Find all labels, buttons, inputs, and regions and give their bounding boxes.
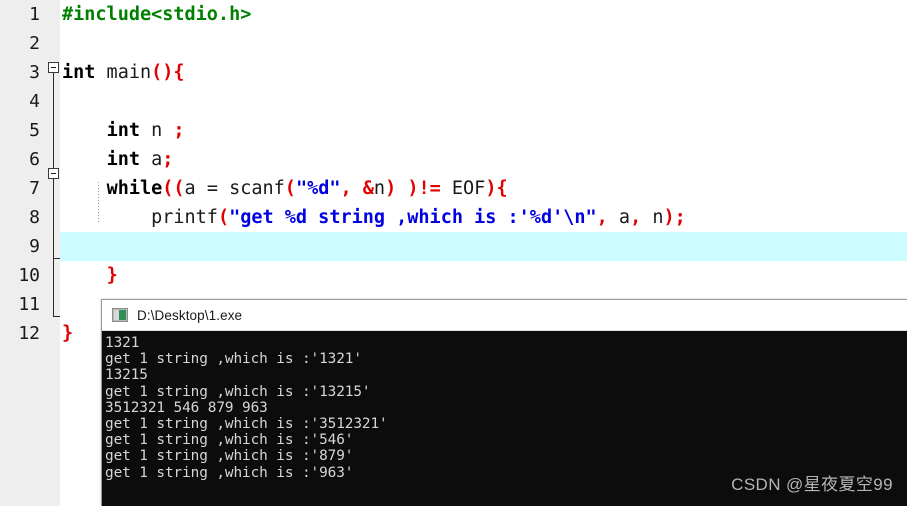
code-line-text: printf("get %d string ,which is :'%d'\n"…	[62, 203, 686, 232]
fold-marker-line-3[interactable]	[48, 62, 59, 73]
code-line[interactable]: 3 int main(){	[0, 58, 907, 87]
token-str: "%d"	[295, 178, 341, 199]
code-line-text: while((a = scanf("%d", &n) )!= EOF){	[62, 174, 508, 203]
token-punc: )!=	[407, 178, 441, 199]
token-punc: ){	[485, 178, 508, 199]
fold-bracket-line-7	[53, 179, 54, 258]
token-punc: ;	[162, 149, 174, 170]
token-punc: (	[284, 178, 296, 199]
console-title-bar[interactable]: D:\Desktop\1.exe	[102, 300, 907, 331]
line-number: 1	[29, 4, 40, 25]
console-output-line: 3512321 546 879 963	[105, 399, 268, 416]
code-line[interactable]: 4	[0, 87, 907, 116]
token-kw: while	[106, 178, 163, 199]
line-number: 2	[29, 33, 40, 54]
code-line-text: }	[62, 319, 73, 348]
fold-marker-line-7[interactable]	[48, 168, 59, 179]
line-number: 11	[18, 294, 40, 315]
token-plain: a = scanf	[184, 178, 285, 199]
line-number: 9	[29, 236, 40, 257]
screenshot-root: 1 #include<stdio.h> 2 3 int main(){4 5 int n …	[0, 0, 907, 506]
token-punc: (	[217, 207, 230, 228]
token-plain: printf	[62, 207, 218, 228]
code-line[interactable]: 6 int a;	[0, 145, 907, 174]
token-plain: main	[95, 62, 152, 83]
code-line[interactable]: 7 while((a = scanf("%d", &n) )!= EOF){	[0, 174, 907, 203]
code-line-text: int main(){	[62, 58, 185, 87]
token-punc: }	[106, 265, 118, 286]
token-punc: (){	[151, 62, 185, 83]
token-str: "get %d string ,which is :'%d'\n"	[229, 207, 597, 228]
console-output-line: get 1 string ,which is :'13215'	[105, 383, 371, 400]
console-output-line: get 1 string ,which is :'3512321'	[105, 416, 388, 433]
code-line[interactable]: 2	[0, 29, 907, 58]
token-punc: }	[62, 323, 74, 344]
token-plain: n	[139, 120, 174, 141]
token-punc: ,	[340, 178, 352, 199]
line-number: 7	[29, 178, 40, 199]
code-line[interactable]: 8 printf("get %d string ,which is :'%d'\…	[0, 203, 907, 232]
token-punc: ,	[596, 207, 608, 228]
console-output-line: 1321	[105, 335, 140, 351]
token-punc: ;	[173, 120, 185, 141]
token-kw: int	[106, 120, 140, 141]
token-punc: )	[385, 178, 397, 199]
line-number: 5	[29, 120, 40, 141]
line-number: 3	[29, 62, 40, 83]
line-number: 6	[29, 149, 40, 170]
token-plain: a	[607, 207, 631, 228]
token-punc: &	[362, 178, 374, 199]
console-title-text: D:\Desktop\1.exe	[137, 307, 243, 323]
token-punc: ,	[630, 207, 642, 228]
fold-bracket-line-3	[53, 73, 54, 168]
line-number: 10	[18, 265, 40, 286]
code-line-text: #include<stdio.h>	[62, 0, 251, 29]
fold-end-line-12	[53, 316, 60, 317]
code-line[interactable]: 10 }	[0, 261, 907, 290]
line-number: 4	[29, 91, 40, 112]
token-kw: int	[106, 149, 140, 170]
csdn-watermark: CSDN @星夜夏空99	[731, 475, 893, 494]
console-output-line: get 1 string ,which is :'879'	[105, 448, 354, 465]
token-punc: ((	[162, 178, 185, 199]
line-number: 12	[18, 323, 40, 344]
token-plain: n	[373, 178, 386, 199]
fold-end-line-10	[53, 258, 60, 259]
token-kw: int	[62, 62, 96, 83]
code-line[interactable]: 5 int n ;	[0, 116, 907, 145]
token-plain: n	[641, 207, 664, 228]
token-plain: EOF	[440, 178, 486, 199]
console-output-line: get 1 string ,which is :'1321'	[105, 351, 362, 368]
console-output-line: 13215	[105, 367, 148, 384]
code-line[interactable]: 9	[0, 232, 907, 261]
token-plain: a	[139, 149, 163, 170]
fold-bracket-outer	[53, 258, 54, 316]
code-line-text: }	[62, 261, 118, 290]
token-punc: );	[663, 207, 686, 228]
console-output-line: get 1 string ,which is :'546'	[105, 432, 354, 449]
console-window-icon	[112, 308, 128, 322]
code-line[interactable]: 1 #include<stdio.h>	[0, 0, 907, 29]
line-number: 8	[29, 207, 40, 228]
code-line-text: int n ;	[62, 116, 185, 145]
indent-guide	[98, 182, 99, 222]
token-pre: #include<stdio.h>	[62, 4, 252, 25]
code-line-text: int a;	[62, 145, 174, 174]
